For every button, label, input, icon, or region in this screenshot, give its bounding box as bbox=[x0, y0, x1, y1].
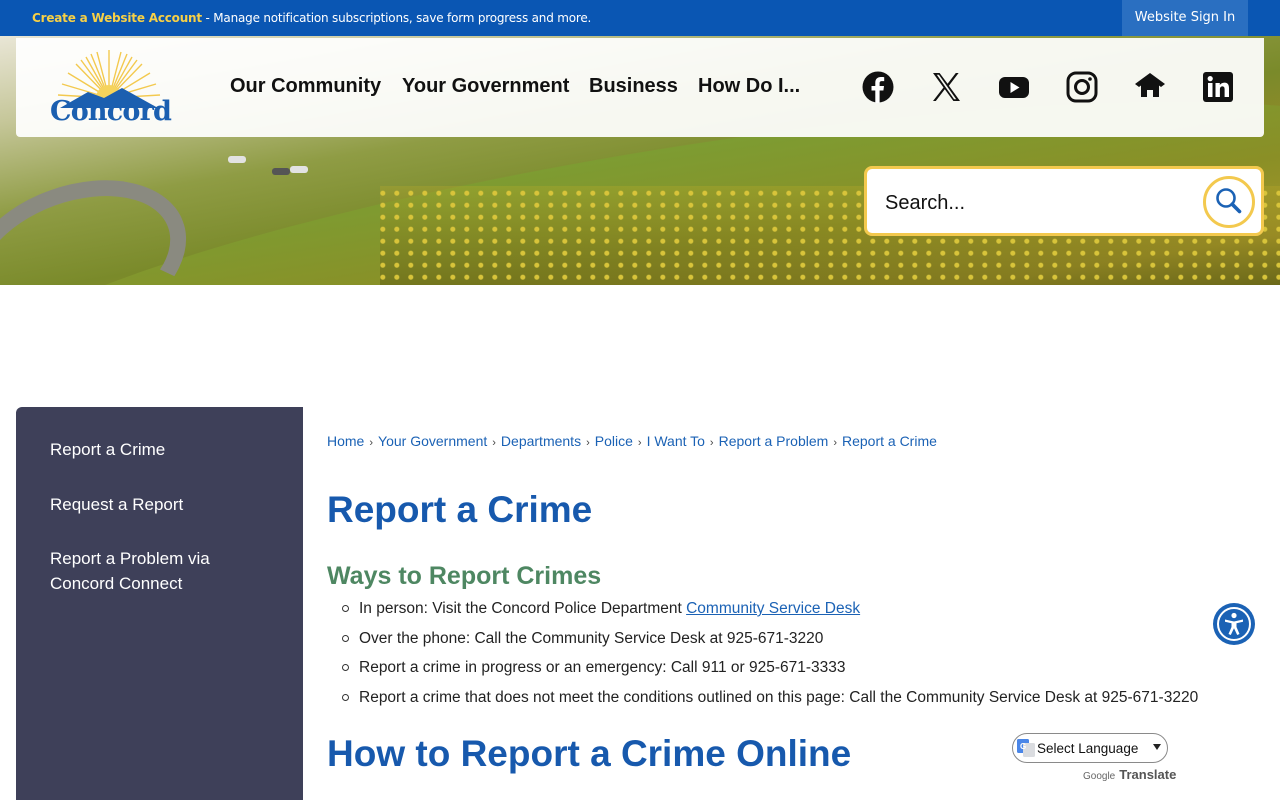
breadcrumb-separator: › bbox=[586, 437, 590, 449]
parked-car bbox=[290, 166, 308, 173]
breadcrumb-your-government[interactable]: Your Government bbox=[378, 433, 487, 449]
notification-message: Create a Website Account - Manage notifi… bbox=[32, 11, 591, 25]
nextdoor-icon[interactable] bbox=[1133, 70, 1167, 104]
linkedin-icon[interactable] bbox=[1201, 70, 1235, 104]
sidebar-item-request-a-report[interactable]: Request a Report bbox=[50, 492, 290, 517]
list-item-text: Report a crime in progress or an emergen… bbox=[359, 659, 846, 676]
sidebar-item-concord-connect[interactable]: Report a Problem via Concord Connect bbox=[50, 546, 240, 596]
hero-road bbox=[0, 151, 209, 285]
svg-text:G: G bbox=[1020, 742, 1026, 751]
powered-by-google: Google Translate bbox=[1083, 767, 1176, 782]
breadcrumb-departments[interactable]: Departments bbox=[501, 433, 581, 449]
breadcrumb-report-a-problem[interactable]: Report a Problem bbox=[719, 433, 829, 449]
breadcrumb-separator: › bbox=[492, 437, 496, 449]
list-item: In person: Visit the Concord Police Depa… bbox=[340, 597, 1198, 627]
google-translate-icon: G bbox=[1017, 739, 1035, 757]
section-sidebar: Report a Crime Request a Report Report a… bbox=[16, 407, 303, 800]
search-button[interactable] bbox=[1203, 176, 1255, 228]
concord-logo[interactable]: Concord bbox=[50, 48, 172, 128]
translate-word: Translate bbox=[1119, 767, 1177, 782]
logo-wordmark: Concord bbox=[50, 96, 172, 127]
page-title: Report a Crime bbox=[327, 489, 593, 530]
list-item: Report a crime that does not meet the co… bbox=[340, 686, 1198, 716]
breadcrumb-separator: › bbox=[833, 437, 837, 449]
breadcrumb-home[interactable]: Home bbox=[327, 433, 364, 449]
chevron-down-icon bbox=[1153, 744, 1161, 750]
list-item: Report a crime in progress or an emergen… bbox=[340, 656, 1198, 686]
sidebar-item-report-a-crime[interactable]: Report a Crime bbox=[50, 437, 290, 462]
section-heading-online: How to Report a Crime Online bbox=[327, 733, 852, 774]
accessibility-button[interactable] bbox=[1213, 603, 1255, 645]
notification-bar: Create a Website Account - Manage notifi… bbox=[0, 0, 1280, 36]
section-heading-ways: Ways to Report Crimes bbox=[327, 562, 602, 590]
nav-our-community[interactable]: Our Community bbox=[230, 75, 381, 98]
breadcrumb-separator: › bbox=[709, 437, 714, 449]
breadcrumb: Home › Your Government › Departments › Police ›… bbox=[327, 433, 937, 449]
breadcrumb-police[interactable]: Police bbox=[595, 433, 633, 449]
parked-car bbox=[228, 156, 246, 163]
nav-how-do-i[interactable]: How Do I... bbox=[698, 75, 800, 98]
breadcrumb-separator: › bbox=[369, 437, 374, 449]
notification-text: - Manage notification subscriptions, sav… bbox=[201, 11, 592, 25]
breadcrumb-i-want-to[interactable]: I Want To bbox=[647, 433, 705, 449]
x-twitter-icon[interactable] bbox=[929, 70, 963, 104]
community-service-desk-link[interactable]: Community Service Desk bbox=[686, 600, 860, 617]
list-item-text: In person: Visit the Concord Police Depa… bbox=[359, 600, 687, 617]
nav-your-government[interactable]: Your Government bbox=[402, 75, 569, 98]
create-account-link[interactable]: Create a Website Account bbox=[32, 11, 202, 25]
search-icon bbox=[1216, 188, 1242, 214]
list-item-text: Over the phone: Call the Community Servi… bbox=[359, 629, 824, 647]
search-input[interactable] bbox=[885, 190, 1185, 216]
site-search bbox=[864, 166, 1264, 236]
language-select-label: Select Language bbox=[1037, 741, 1139, 756]
breadcrumb-separator: › bbox=[637, 437, 642, 449]
website-sign-in-button[interactable]: Website Sign In bbox=[1122, 0, 1248, 36]
youtube-icon[interactable] bbox=[997, 70, 1031, 104]
breadcrumb-report-a-crime[interactable]: Report a Crime bbox=[842, 433, 937, 449]
header-nav: Concord Our Community Your Government Bu… bbox=[16, 38, 1264, 137]
instagram-icon[interactable] bbox=[1065, 70, 1099, 104]
ways-list: In person: Visit the Concord Police Depa… bbox=[340, 597, 1198, 715]
language-select[interactable]: G Select Language bbox=[1012, 733, 1168, 763]
list-item-text: Report a crime that does not meet the co… bbox=[359, 688, 1199, 706]
nav-business[interactable]: Business bbox=[589, 75, 678, 98]
accessibility-icon bbox=[1217, 607, 1251, 641]
parked-car bbox=[272, 168, 290, 175]
google-wordmark: Google bbox=[1083, 771, 1116, 782]
facebook-icon[interactable] bbox=[861, 70, 895, 104]
list-item: Over the phone: Call the Community Servi… bbox=[340, 627, 1198, 657]
